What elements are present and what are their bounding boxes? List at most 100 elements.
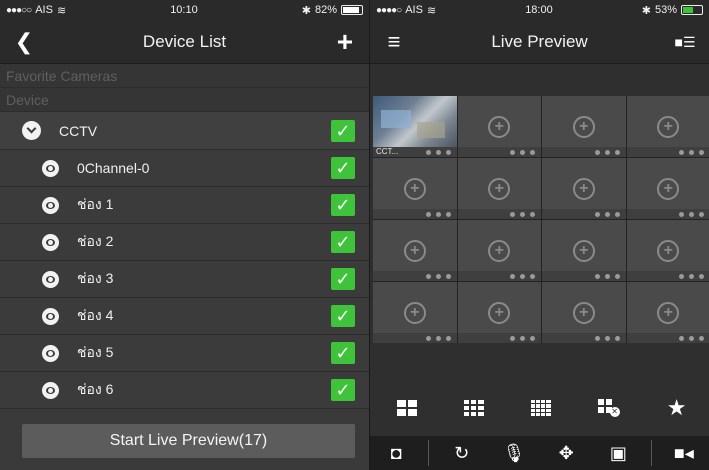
preview-cell-empty[interactable]: + <box>373 282 457 343</box>
add-camera-icon[interactable]: + <box>403 178 426 200</box>
zoom-icon <box>510 149 515 155</box>
plus-icon[interactable]: + <box>331 27 359 56</box>
record-dot-icon <box>699 211 704 217</box>
checkbox-checked-icon[interactable]: ✓ <box>331 305 355 327</box>
add-camera-icon[interactable]: + <box>572 116 595 138</box>
preview-cell-empty[interactable]: + <box>626 158 709 219</box>
record-dot-icon <box>445 335 451 341</box>
screen-icon[interactable]: ▣ <box>598 436 638 470</box>
channel-label: ช่อง 3 <box>77 270 114 286</box>
preview-cell-empty[interactable]: + <box>457 282 541 343</box>
channel-eye-icon <box>42 233 59 251</box>
add-camera-icon[interactable]: + <box>657 116 680 138</box>
add-camera-icon[interactable]: + <box>572 302 595 324</box>
mic-icon <box>520 273 525 279</box>
channel-row[interactable]: ช่อง 2 ✓ <box>0 224 369 261</box>
record-dot-icon <box>530 335 535 341</box>
checkbox-checked-icon[interactable]: ✓ <box>331 342 355 364</box>
carrier-label: AIS <box>35 4 53 16</box>
battery-icon <box>341 5 363 15</box>
zoom-icon <box>425 149 431 155</box>
preview-cell-empty[interactable]: + <box>542 220 626 281</box>
channel-row[interactable]: ช่อง 3 ✓ <box>0 261 369 298</box>
ptz-rotate-icon[interactable]: ↻ <box>442 436 482 470</box>
channel-row[interactable]: ช่อง 6 ✓ <box>0 372 369 409</box>
checkbox-checked-icon[interactable]: ✓ <box>331 194 355 216</box>
zoom-icon <box>510 211 515 217</box>
zoom-icon <box>510 335 515 341</box>
add-camera-icon[interactable]: + <box>403 302 426 324</box>
preview-cell-empty[interactable]: + <box>373 220 457 281</box>
channel-eye-icon <box>42 307 59 325</box>
add-camera-icon[interactable]: + <box>657 240 680 262</box>
favorite-star-icon[interactable]: ★ <box>667 395 687 421</box>
checkbox-checked-icon[interactable]: ✓ <box>331 119 355 142</box>
preview-grid: CCT... + + + + + + + + + + + + + + + <box>373 96 709 343</box>
add-camera-icon[interactable]: + <box>488 116 511 138</box>
favorite-cameras-section[interactable]: Favorite Cameras <box>0 64 369 88</box>
add-camera-icon[interactable]: + <box>572 240 595 262</box>
record-dot-icon <box>445 149 451 155</box>
camera-icon[interactable]: ◘ <box>376 436 416 470</box>
mic-icon <box>604 149 610 155</box>
hamburger-icon[interactable]: ≡ <box>380 30 408 53</box>
record-dot-icon <box>445 273 451 279</box>
add-camera-icon[interactable]: + <box>403 240 426 262</box>
preview-cell-empty[interactable]: + <box>542 96 626 157</box>
channel-row[interactable]: ช่อง 1 ✓ <box>0 187 369 224</box>
add-camera-icon[interactable]: + <box>572 178 595 200</box>
preview-cell-empty[interactable]: + <box>457 96 541 157</box>
zoom-icon <box>425 335 431 341</box>
channel-label: ช่อง 4 <box>77 307 114 323</box>
add-camera-icon[interactable]: + <box>488 240 511 262</box>
preview-cell-empty[interactable]: + <box>626 282 709 343</box>
mic-icon <box>604 211 610 217</box>
channel-row[interactable]: ช่อง 4 ✓ <box>0 298 369 335</box>
layout-4-icon[interactable] <box>396 400 417 416</box>
zoom-icon <box>425 273 431 279</box>
navigation-bar: ≡ Live Preview ■☰ <box>370 20 709 64</box>
record-dot-icon <box>530 211 535 217</box>
start-live-preview-button[interactable]: Start Live Preview(17) <box>22 424 355 458</box>
checkbox-checked-icon[interactable]: ✓ <box>331 268 355 290</box>
channel-label: ช่อง 1 <box>77 196 114 212</box>
channel-row[interactable]: 0Channel-0 ✓ <box>0 150 369 187</box>
clock: 10:10 <box>170 4 198 16</box>
record-icon[interactable]: ■◂ <box>664 436 704 470</box>
signal-icon: ●●●●○ <box>376 4 402 16</box>
device-section: Device <box>0 88 369 112</box>
back-chevron-icon[interactable]: ❮ <box>10 30 38 53</box>
checkbox-checked-icon[interactable]: ✓ <box>331 157 355 179</box>
preview-cell-empty[interactable]: + <box>542 158 626 219</box>
layout-16-icon[interactable] <box>530 400 551 416</box>
preview-cell-empty[interactable]: + <box>626 220 709 281</box>
collapse-chevron-icon[interactable] <box>22 121 41 140</box>
preview-cell-empty[interactable]: + <box>457 158 541 219</box>
device-row-cctv[interactable]: CCTV ✓ <box>0 112 369 150</box>
battery-icon <box>681 5 703 15</box>
mic-icon <box>689 273 694 279</box>
mic-icon <box>689 211 694 217</box>
preview-cell-empty[interactable]: + <box>373 158 457 219</box>
preview-cell-empty[interactable]: + <box>626 96 709 157</box>
microphone-icon[interactable]: 🎙 <box>494 436 534 470</box>
preview-cell-empty[interactable]: + <box>542 282 626 343</box>
close-all-icon[interactable]: ✕ <box>597 399 620 417</box>
preview-cell-empty[interactable]: + <box>457 220 541 281</box>
channel-eye-icon <box>42 381 59 399</box>
direction-icon[interactable]: ✥ <box>546 436 586 470</box>
side-panel-icon[interactable]: ■☰ <box>671 35 699 49</box>
add-camera-icon[interactable]: + <box>488 178 511 200</box>
layout-9-icon[interactable] <box>463 400 484 416</box>
add-camera-icon[interactable]: + <box>657 302 680 324</box>
add-camera-icon[interactable]: + <box>657 178 680 200</box>
add-camera-icon[interactable]: + <box>488 302 511 324</box>
channel-label: 0Channel-0 <box>77 160 150 176</box>
checkbox-checked-icon[interactable]: ✓ <box>331 231 355 253</box>
channel-label: ช่อง 5 <box>77 344 114 360</box>
preview-cell-active[interactable]: CCT... <box>373 96 457 157</box>
checkbox-checked-icon[interactable]: ✓ <box>331 379 355 401</box>
channel-label: ช่อง 2 <box>77 233 114 249</box>
channel-row[interactable]: ช่อง 5 ✓ <box>0 335 369 372</box>
record-dot-icon <box>530 149 535 155</box>
